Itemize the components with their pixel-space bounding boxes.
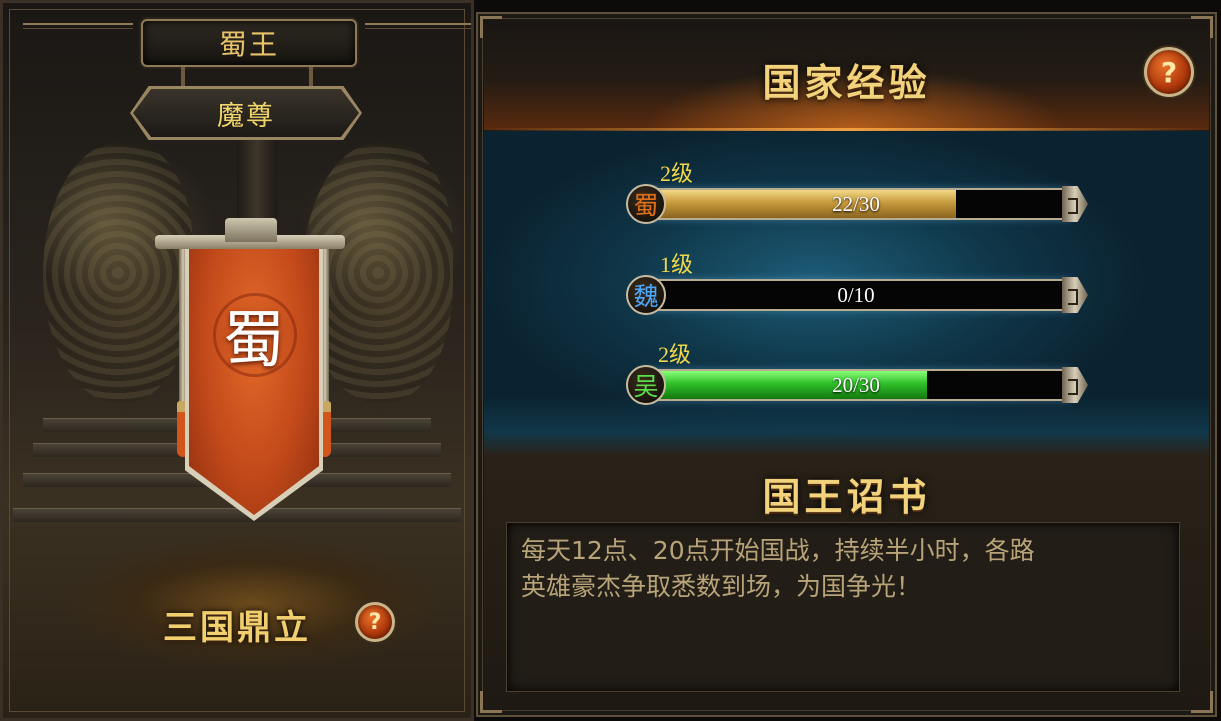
- exp-bar-frame: 0/10: [640, 279, 1072, 311]
- kingdom-badge: 蜀: [626, 184, 666, 224]
- bar-arrow-icon: [1062, 277, 1088, 313]
- decree-line: 每天12点、20点开始国战，持续半小时，各路: [521, 536, 1035, 565]
- dragon-statue-left: [43, 143, 193, 403]
- help-icon: ?: [368, 609, 382, 635]
- king-title-label: 蜀王: [218, 28, 279, 61]
- exp-bar-text: 20/30: [832, 373, 880, 397]
- palace-stair: [13, 508, 461, 522]
- chain: [181, 67, 185, 89]
- banner-character: 蜀: [222, 303, 285, 376]
- corner-ornament: [1191, 16, 1213, 38]
- kingdom-badge: 魏: [626, 275, 666, 315]
- title-ornament-right: [365, 23, 471, 29]
- exp-bar-text: 0/10: [837, 283, 875, 307]
- corner-ornament: [480, 691, 502, 713]
- kingdom-panel: 蜀王 魔尊 蜀 三国鼎立 ?: [0, 0, 474, 721]
- exp-bar-frame: 22/30: [640, 188, 1072, 220]
- exp-bar-frame: 20/30: [640, 369, 1072, 401]
- three-kingdoms-title: 三国鼎立: [163, 608, 311, 648]
- bar-arrow-icon: [1062, 186, 1088, 222]
- kingdom-badge: 吴: [626, 365, 666, 405]
- rank-title-label: 魔尊: [217, 100, 275, 132]
- bar-arrow-icon: [1062, 367, 1088, 403]
- corner-ornament: [480, 16, 502, 38]
- decree-title: 国王诏书: [762, 474, 931, 519]
- exp-help-button[interactable]: ?: [1144, 47, 1194, 97]
- decree-text-box: 每天12点、20点开始国战，持续半小时，各路 英雄豪杰争取悉数到场，为国争光！: [506, 522, 1180, 692]
- king-title: 蜀王: [141, 19, 357, 67]
- banner-cap: [225, 218, 277, 242]
- kingdom-exp-bar: 0/10 魏: [626, 275, 1088, 315]
- title-ornament-left: [23, 23, 133, 29]
- three-kingdoms-help-button[interactable]: ?: [355, 602, 395, 642]
- help-icon: ?: [1160, 55, 1178, 89]
- kingdom-banner: [189, 243, 319, 515]
- chain: [309, 67, 313, 89]
- national-panel: 国家经验 ? 2级 22/30 蜀 1级 0/10 魏 2级 20/30 吴 国…: [476, 12, 1217, 717]
- exp-title: 国家经验: [762, 60, 931, 105]
- kingdom-exp-bar: 22/30 蜀: [626, 184, 1088, 224]
- corner-ornament: [1191, 691, 1213, 713]
- exp-bar-text: 22/30: [832, 192, 880, 216]
- kingdom-exp-bar: 20/30 吴: [626, 365, 1088, 405]
- decree-line: 英雄豪杰争取悉数到场，为国争光！: [521, 572, 922, 601]
- rank-title: 魔尊: [133, 89, 359, 137]
- palace-pillar: [237, 133, 277, 223]
